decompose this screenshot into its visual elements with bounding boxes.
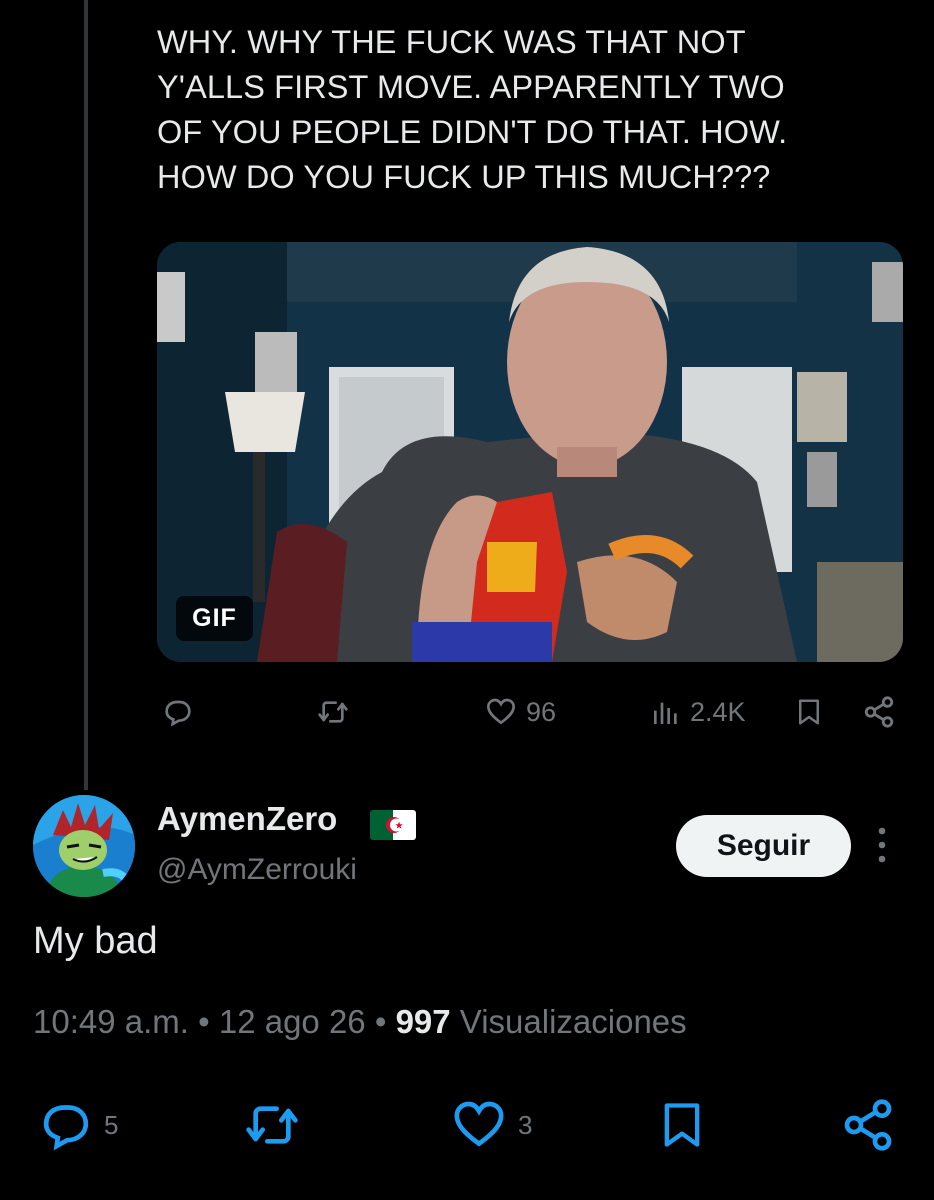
like-action[interactable]: 3: [450, 1096, 532, 1154]
more-options-button[interactable]: [868, 820, 896, 870]
user-handle[interactable]: @AymZerrouki: [157, 853, 357, 887]
post-date[interactable]: 12 ago 26: [219, 1003, 366, 1040]
bookmark-icon: [799, 699, 819, 725]
reply-post-text: My bad: [33, 920, 158, 962]
retweet-action[interactable]: [316, 690, 358, 734]
meta-separator: •: [198, 1003, 210, 1040]
like-count: 96: [526, 696, 557, 727]
heart-icon: [454, 1101, 504, 1147]
heart-icon: [486, 698, 516, 725]
post-time[interactable]: 10:49 a.m.: [33, 1003, 189, 1040]
retweet-action[interactable]: [242, 1096, 312, 1154]
meta-separator: •: [374, 1003, 387, 1040]
like-action[interactable]: 96: [484, 690, 556, 734]
bookmark-action[interactable]: [656, 1096, 708, 1154]
bookmark-icon: [664, 1103, 700, 1147]
retweet-icon: [318, 701, 348, 723]
post-meta: 10:49 a.m. • 12 ago 26 • 997 Visualizaci…: [33, 1003, 687, 1041]
thread-line: [84, 0, 88, 790]
quoted-post-actions: 96 2.4K: [0, 690, 934, 734]
gif-badge: GIF: [176, 596, 253, 641]
reply-post-actions: 5 3: [0, 1096, 934, 1154]
follow-button[interactable]: Seguir: [676, 815, 851, 877]
algeria-flag-icon: [370, 810, 416, 840]
views-count: 997: [395, 1003, 451, 1040]
retweet-icon: [246, 1106, 298, 1144]
gif-frame-image: [157, 242, 903, 662]
reply-action[interactable]: 5: [38, 1096, 118, 1154]
bookmark-action[interactable]: [794, 690, 824, 734]
views-chart-icon: [654, 702, 677, 724]
reply-count: 5: [104, 1109, 119, 1140]
reply-action[interactable]: [162, 690, 202, 734]
quoted-post-text: WHY. WHY THE FUCK WAS THAT NOT Y'ALLS FI…: [157, 24, 788, 195]
more-vertical-icon: [878, 827, 886, 863]
share-icon: [864, 696, 894, 728]
display-name[interactable]: AymenZero: [157, 800, 337, 838]
avatar-image: [33, 795, 135, 897]
views-label: Visualizaciones: [459, 1003, 687, 1040]
like-count: 3: [518, 1109, 533, 1140]
views-count: 2.4K: [690, 696, 746, 727]
share-action[interactable]: [840, 1096, 896, 1154]
views-action[interactable]: 2.4K: [650, 690, 746, 734]
gif-media[interactable]: [157, 242, 903, 662]
reply-icon: [165, 700, 191, 727]
reply-icon: [43, 1105, 89, 1151]
share-action[interactable]: [862, 690, 896, 734]
share-icon: [844, 1099, 892, 1151]
avatar[interactable]: [33, 795, 135, 897]
